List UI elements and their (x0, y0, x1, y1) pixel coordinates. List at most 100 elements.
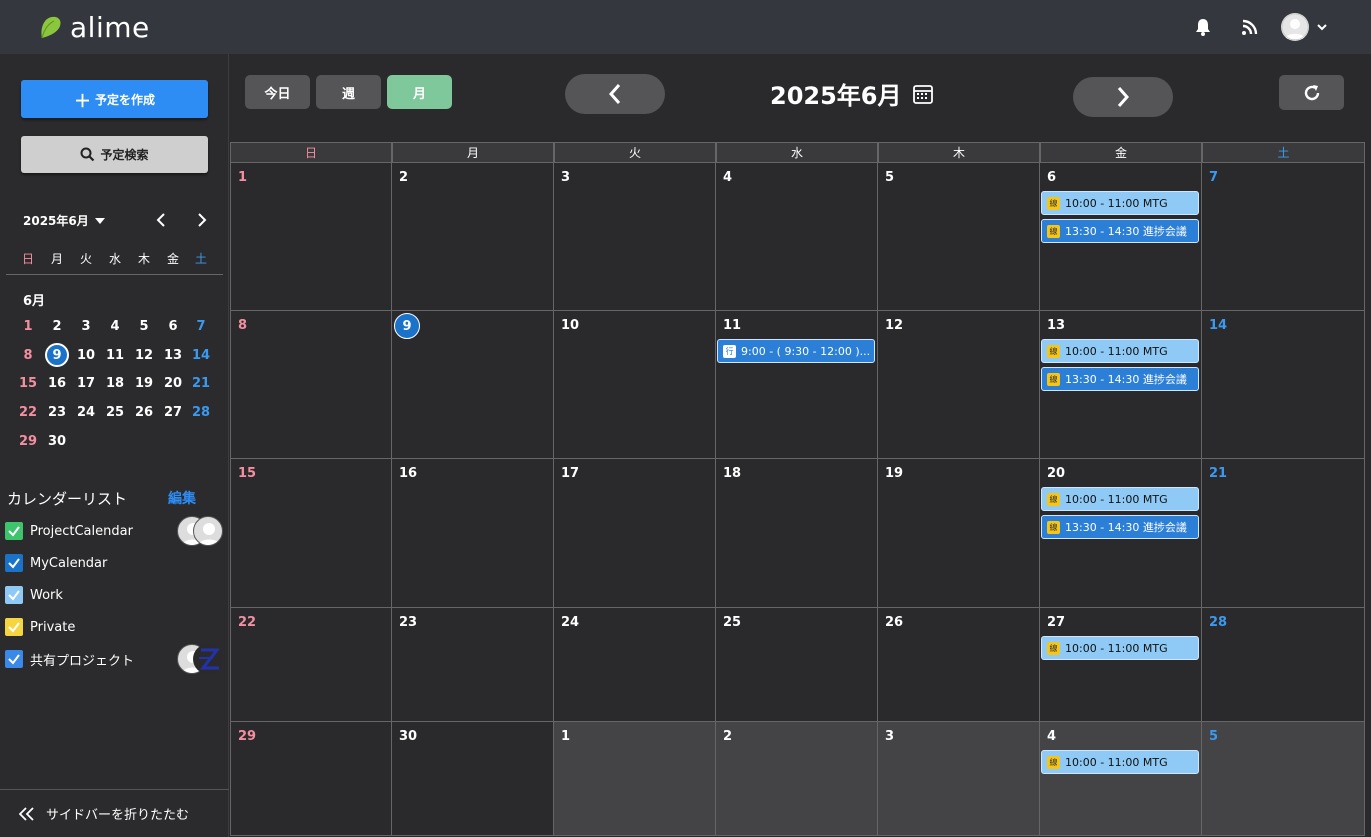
mini-day[interactable]: 6 (161, 314, 185, 338)
calendar-item-mycalendar[interactable]: MyCalendar (5, 553, 107, 573)
day-cell[interactable]: 22 (230, 608, 392, 722)
day-cell[interactable]: 24 (554, 608, 716, 722)
mini-day[interactable]: 1 (16, 314, 40, 338)
day-cell[interactable]: 16 (392, 459, 554, 608)
day-cell[interactable]: 19 (878, 459, 1040, 608)
date-number[interactable]: 14 (1209, 318, 1227, 333)
mini-day[interactable]: 16 (45, 371, 69, 395)
mini-day[interactable]: 24 (74, 400, 98, 424)
shared-members[interactable] (177, 644, 223, 674)
mini-day[interactable]: 27 (161, 400, 185, 424)
day-cell[interactable]: 9 (392, 311, 554, 459)
date-number[interactable]: 29 (238, 729, 256, 744)
event-chip[interactable]: 線 13:30 - 14:30 進捗会議 (1041, 515, 1199, 539)
date-number[interactable]: 20 (1047, 466, 1065, 481)
checkbox-checked-icon[interactable] (5, 650, 23, 668)
day-cell[interactable]: 28 (1202, 608, 1365, 722)
mini-day[interactable]: 11 (103, 343, 127, 367)
event-chip[interactable]: 線 10:00 - 11:00 MTG (1041, 636, 1199, 660)
day-cell[interactable]: 30 (392, 722, 554, 836)
date-number[interactable]: 27 (1047, 615, 1065, 630)
calendar-list-edit-link[interactable]: 編集 (168, 488, 196, 508)
day-cell[interactable]: 29 (230, 722, 392, 836)
month-view-button[interactable]: 月 (387, 75, 452, 109)
date-number[interactable]: 5 (885, 170, 894, 185)
mini-day[interactable]: 30 (45, 429, 69, 453)
mini-day[interactable]: 20 (161, 371, 185, 395)
day-cell[interactable]: 11 行 9:00 - ( 9:30 - 12:00 )... (716, 311, 878, 459)
month-title[interactable]: 2025年6月 (770, 76, 934, 111)
today-button[interactable]: 今日 (245, 75, 310, 109)
event-chip[interactable]: 線 10:00 - 11:00 MTG (1041, 339, 1199, 363)
date-number[interactable]: 26 (885, 615, 903, 630)
rss-icon[interactable] (1237, 14, 1263, 40)
day-cell[interactable]: 14 (1202, 311, 1365, 459)
date-number[interactable]: 6 (1047, 170, 1056, 185)
mini-day[interactable]: 29 (16, 429, 40, 453)
date-number[interactable]: 16 (399, 466, 417, 481)
day-cell[interactable]: 6 線 10:00 - 11:00 MTG 線 13:30 - 14:30 進捗会議 (1040, 163, 1202, 311)
collapse-sidebar-button[interactable]: サイドバーを折りたたむ (0, 789, 229, 837)
day-cell[interactable]: 12 (878, 311, 1040, 459)
date-number[interactable]: 15 (238, 466, 256, 481)
day-cell[interactable]: 21 (1202, 459, 1365, 608)
calendar-item-shared-project[interactable]: 共有プロジェクト (5, 649, 134, 669)
day-cell[interactable]: 26 (878, 608, 1040, 722)
next-month-button[interactable] (1073, 77, 1173, 117)
date-number[interactable]: 28 (1209, 615, 1227, 630)
day-cell[interactable]: 27 線 10:00 - 11:00 MTG (1040, 608, 1202, 722)
day-cell[interactable]: 5 (878, 163, 1040, 311)
day-cell[interactable]: 10 (554, 311, 716, 459)
date-number[interactable]: 17 (561, 466, 579, 481)
shared-members[interactable] (177, 516, 223, 546)
date-number[interactable]: 3 (561, 170, 570, 185)
date-number[interactable]: 13 (1047, 318, 1065, 333)
mini-day[interactable]: 14 (189, 343, 213, 367)
calendar-item-work[interactable]: Work (5, 585, 63, 605)
mini-day[interactable]: 5 (132, 314, 156, 338)
day-cell[interactable]: 13 線 10:00 - 11:00 MTG 線 13:30 - 14:30 進捗会議 (1040, 311, 1202, 459)
mini-day[interactable]: 10 (74, 343, 98, 367)
day-cell[interactable]: 18 (716, 459, 878, 608)
user-menu[interactable] (1281, 13, 1329, 41)
event-chip[interactable]: 行 9:00 - ( 9:30 - 12:00 )... (717, 339, 875, 363)
date-number[interactable]: 5 (1209, 729, 1218, 744)
mini-day[interactable]: 15 (16, 371, 40, 395)
day-cell[interactable]: 1 (230, 163, 392, 311)
day-cell[interactable]: 1 (554, 722, 716, 836)
mini-day[interactable]: 13 (161, 343, 185, 367)
prev-month-button[interactable] (565, 74, 665, 114)
mini-day[interactable]: 17 (74, 371, 98, 395)
mini-next-button[interactable] (192, 210, 212, 230)
mini-day[interactable]: 25 (103, 400, 127, 424)
date-number[interactable]: 22 (238, 615, 256, 630)
today-date-number[interactable]: 9 (394, 313, 420, 339)
day-cell[interactable]: 5 (1202, 722, 1365, 836)
day-cell[interactable]: 4 (716, 163, 878, 311)
date-number[interactable]: 24 (561, 615, 579, 630)
day-cell[interactable]: 7 (1202, 163, 1365, 311)
bell-icon[interactable] (1190, 14, 1216, 40)
calendar-item-projectcalendar[interactable]: ProjectCalendar (5, 521, 133, 541)
date-number[interactable]: 23 (399, 615, 417, 630)
date-number[interactable]: 19 (885, 466, 903, 481)
date-number[interactable]: 7 (1209, 170, 1218, 185)
mini-day[interactable]: 8 (16, 343, 40, 367)
day-cell[interactable]: 8 (230, 311, 392, 459)
mini-day[interactable]: 26 (132, 400, 156, 424)
day-cell[interactable]: 3 (554, 163, 716, 311)
checkbox-checked-icon[interactable] (5, 554, 23, 572)
date-number[interactable]: 2 (723, 729, 732, 744)
day-cell[interactable]: 15 (230, 459, 392, 608)
day-cell[interactable]: 25 (716, 608, 878, 722)
date-number[interactable]: 10 (561, 318, 579, 333)
mini-day[interactable]: 18 (103, 371, 127, 395)
date-number[interactable]: 30 (399, 729, 417, 744)
day-cell[interactable]: 2 (392, 163, 554, 311)
create-event-button[interactable]: ＋ 予定を作成 (21, 80, 208, 118)
day-cell[interactable]: 17 (554, 459, 716, 608)
date-number[interactable]: 3 (885, 729, 894, 744)
date-number[interactable]: 21 (1209, 466, 1227, 481)
date-number[interactable]: 18 (723, 466, 741, 481)
mini-day[interactable]: 12 (132, 343, 156, 367)
